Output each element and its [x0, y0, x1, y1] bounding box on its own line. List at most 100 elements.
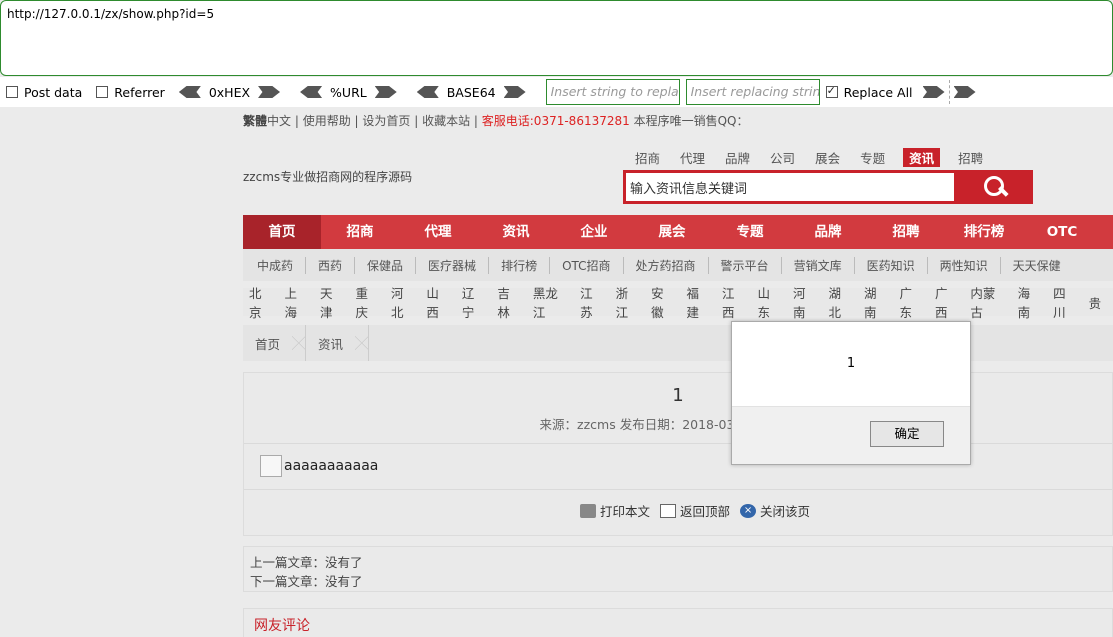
search-input[interactable]: 输入资讯信息关键词	[623, 170, 957, 204]
search-cat-item[interactable]: 品牌	[723, 148, 752, 167]
url-encode-arrow-icon[interactable]	[374, 86, 397, 98]
checkbox-box[interactable]	[825, 84, 838, 98]
replace-next-arrow-icon[interactable]	[953, 86, 976, 98]
search-button[interactable]	[957, 170, 1033, 204]
nav-item[interactable]: 品牌	[789, 215, 867, 249]
nav-item[interactable]: 招聘	[867, 215, 945, 249]
city-link[interactable]: 河北	[391, 283, 414, 321]
city-link[interactable]: 福建	[687, 283, 710, 321]
city-link[interactable]: 江西	[722, 283, 745, 321]
nav-item[interactable]: 排行榜	[945, 215, 1023, 249]
subnav-item[interactable]: 中成药	[257, 256, 307, 274]
subnav-item[interactable]: 医药知识	[867, 256, 928, 274]
search-cat-item[interactable]: 公司	[768, 148, 797, 167]
next-article-link[interactable]: 下一篇文章：没有了	[250, 572, 1106, 591]
city-link[interactable]: 吉林	[497, 283, 520, 321]
sub-nav: 中成药 西药 保健品 医疗器械 排行榜 OTC招商 处方药招商 警示平台 营销文…	[243, 249, 1113, 281]
subnav-item[interactable]: 天天保健	[1013, 257, 1073, 274]
nav-item[interactable]: 企业	[555, 215, 633, 249]
article-box: 1 来源：zzcms 发布日期：2018-03-16 发布者：T aaaaaaa…	[243, 372, 1113, 536]
city-link[interactable]: 内蒙古	[970, 283, 1005, 321]
subnav-item[interactable]: 保健品	[367, 256, 417, 274]
subnav-item[interactable]: 医疗器械	[428, 256, 490, 274]
city-link[interactable]: 辽宁	[462, 283, 485, 321]
traditional-link[interactable]: 繁體	[243, 114, 267, 128]
hex-label: 0xHEX	[208, 84, 251, 100]
base64-decode-arrow-icon[interactable]	[416, 86, 439, 98]
city-link[interactable]: 湖南	[864, 283, 887, 321]
search-icon	[982, 174, 1008, 200]
subnav-item[interactable]: 处方药招商	[636, 256, 709, 274]
insert-string-input[interactable]: Insert string to replace	[545, 79, 680, 105]
hex-encode-arrow-icon[interactable]	[258, 86, 281, 98]
city-link[interactable]: 贵	[1089, 293, 1102, 312]
nav-item[interactable]: 专题	[711, 215, 789, 249]
subnav-item[interactable]: 排行榜	[501, 256, 551, 274]
city-link[interactable]: 河南	[793, 283, 816, 321]
search-cat-item[interactable]: 招商	[633, 148, 662, 167]
replacing-string-input[interactable]: Insert replacing string	[685, 79, 820, 105]
city-link[interactable]: 湖北	[828, 283, 851, 321]
base64-encode-arrow-icon[interactable]	[503, 86, 526, 98]
search-categories: 招商 代理 品牌 公司 展会 专题 资讯 招聘	[633, 148, 1001, 167]
city-link[interactable]: 广东	[899, 283, 922, 321]
replace-all-checkbox[interactable]: Replace All	[825, 84, 913, 100]
city-link[interactable]: 江苏	[580, 283, 603, 321]
checkbox-box[interactable]	[96, 86, 109, 98]
breadcrumb-section[interactable]: 资讯	[306, 334, 355, 353]
hex-decode-arrow-icon[interactable]	[178, 86, 201, 98]
city-list: 北京 上海 天津 重庆 河北 山西 辽宁 吉林 黑龙江 江苏 浙江 安徽 福建 …	[243, 286, 1113, 320]
print-button[interactable]: 打印本文	[580, 501, 650, 520]
url-decode-arrow-icon[interactable]	[300, 86, 323, 98]
printer-icon	[580, 503, 596, 518]
city-link[interactable]: 浙江	[616, 283, 639, 321]
subnav-item[interactable]: 两性知识	[940, 256, 1001, 274]
ok-button[interactable]: 确定	[870, 421, 944, 447]
search-cat-item[interactable]: 代理	[678, 148, 707, 167]
subnav-item[interactable]: 西药	[318, 256, 356, 274]
city-link[interactable]: 北京	[249, 283, 272, 321]
breadcrumb-home[interactable]: 首页	[243, 334, 292, 353]
city-link[interactable]: 重庆	[355, 283, 378, 321]
separator	[948, 80, 950, 104]
help-link[interactable]: 使用帮助	[303, 114, 351, 128]
checkbox-box[interactable]	[6, 86, 18, 98]
nav-item-home[interactable]: 首页	[243, 215, 321, 249]
replace-arrow-icon[interactable]	[922, 86, 945, 98]
city-link[interactable]: 天津	[320, 283, 343, 321]
hackbar-url-input[interactable]: http://127.0.0.1/zx/show.php?id=5	[0, 0, 1113, 76]
article-text: aaaaaaaaaaa	[284, 458, 379, 474]
nav-item[interactable]: OTC	[1023, 215, 1101, 249]
prev-article-link[interactable]: 上一篇文章：没有了	[250, 553, 1106, 572]
simplified-link[interactable]: 中文	[267, 114, 291, 128]
search-cat-item[interactable]: 专题	[858, 148, 887, 167]
search-cat-item[interactable]: 展会	[813, 148, 842, 167]
city-link[interactable]: 山西	[426, 283, 449, 321]
city-link[interactable]: 黑龙江	[533, 283, 568, 321]
referrer-checkbox[interactable]: Referrer	[96, 85, 165, 100]
post-data-checkbox[interactable]: Post data	[6, 85, 82, 100]
city-link[interactable]: 上海	[284, 283, 307, 321]
favorite-link[interactable]: 收藏本站	[422, 114, 470, 128]
subnav-item[interactable]: 警示平台	[721, 256, 782, 274]
nav-item[interactable]: 招商	[321, 215, 399, 249]
city-link[interactable]: 海南	[1018, 283, 1041, 321]
search-cat-item[interactable]: 招聘	[956, 148, 985, 167]
nav-item[interactable]: 资讯	[477, 215, 555, 249]
close-page-button[interactable]: × 关闭该页	[740, 501, 810, 520]
subnav-item[interactable]: 营销文库	[794, 256, 855, 274]
city-link[interactable]: 山东	[758, 283, 781, 321]
city-link[interactable]: 四川	[1053, 283, 1076, 321]
back-top-button[interactable]: 返回顶部	[660, 501, 730, 520]
subnav-item[interactable]: OTC招商	[562, 256, 624, 274]
nav-item[interactable]: 代理	[399, 215, 477, 249]
city-link[interactable]: 安徽	[651, 283, 674, 321]
alert-message: 1	[846, 356, 856, 371]
set-home-link[interactable]: 设为首页	[362, 114, 410, 128]
site-slogan: zzcms专业做招商网的程序源码	[243, 170, 413, 184]
city-link[interactable]: 广西	[935, 283, 958, 321]
nav-item[interactable]: 展会	[633, 215, 711, 249]
article-title: 1	[672, 385, 684, 406]
article-body: aaaaaaaaaaa	[260, 455, 378, 477]
search-cat-item-active[interactable]: 资讯	[903, 148, 941, 167]
